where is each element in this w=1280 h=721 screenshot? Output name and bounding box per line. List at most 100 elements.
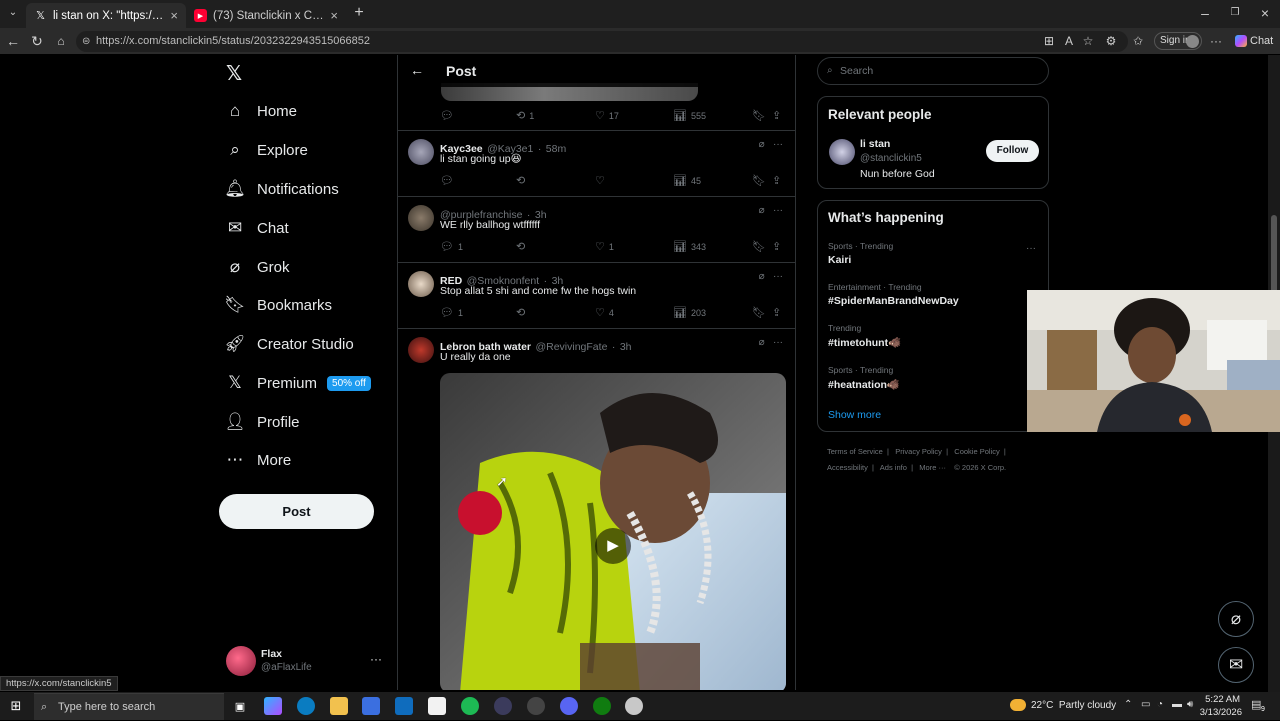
url-field[interactable]: ⊜ https://x.com/stanclickin5/status/2032… bbox=[76, 31, 1128, 52]
more-options-icon[interactable]: ··· bbox=[773, 271, 783, 282]
retweet-button[interactable]: ⟲ bbox=[516, 240, 529, 253]
footer-link[interactable]: Accessibility bbox=[827, 463, 868, 472]
file-explorer-icon[interactable] bbox=[330, 697, 348, 715]
xbox-icon[interactable] bbox=[593, 697, 611, 715]
microsoft-store-icon[interactable] bbox=[362, 697, 380, 715]
show-more-link[interactable]: Show more bbox=[828, 409, 881, 421]
app-icon[interactable] bbox=[527, 697, 545, 715]
new-tab-icon[interactable]: + bbox=[350, 4, 368, 22]
close-tab-icon[interactable]: × bbox=[170, 8, 178, 23]
share-button[interactable]: ⇪ bbox=[772, 240, 785, 253]
messages-float-button[interactable]: ✉ bbox=[1218, 647, 1254, 683]
trend-more-icon[interactable]: ··· bbox=[1026, 243, 1036, 254]
like-button[interactable]: ♡ 1 bbox=[595, 240, 614, 253]
network-icon[interactable]: ◔ bbox=[1157, 699, 1163, 710]
trend-name[interactable]: #SpiderManBrandNewDay bbox=[828, 295, 959, 307]
avatar[interactable] bbox=[408, 337, 434, 363]
nav-explore[interactable]: ⌕ Explore bbox=[226, 137, 308, 163]
video-player[interactable]: ▶ bbox=[440, 373, 786, 690]
retweet-button[interactable]: ⟲ bbox=[516, 174, 529, 187]
retweet-button[interactable]: ⟲ bbox=[516, 306, 529, 319]
avatar[interactable] bbox=[408, 139, 434, 165]
follow-button[interactable]: Follow bbox=[986, 140, 1039, 162]
grok-icon[interactable]: ⌀ bbox=[759, 205, 765, 216]
edge-browser-icon[interactable] bbox=[297, 697, 315, 715]
bookmark-button[interactable]: 🔖︎ bbox=[752, 109, 770, 122]
copilot-button[interactable]: Chat bbox=[1235, 32, 1273, 50]
nav-bookmarks[interactable]: 🔖︎ Bookmarks bbox=[224, 292, 332, 318]
reply-button[interactable]: 💬︎ 1 bbox=[440, 240, 463, 253]
reply-author-handle[interactable]: @RevivingFate bbox=[535, 341, 607, 353]
display-icon[interactable]: ▬ bbox=[1172, 699, 1182, 710]
favorites-icon[interactable]: ✩ bbox=[1130, 33, 1146, 49]
reply-time[interactable]: 58m bbox=[546, 143, 566, 155]
views-button[interactable]: 📊︎ 203 bbox=[673, 306, 706, 319]
footer-link[interactable]: Terms of Service bbox=[827, 447, 883, 456]
more-options-icon[interactable]: ··· bbox=[773, 205, 783, 216]
grok-float-button[interactable]: ⌀ bbox=[1218, 601, 1254, 637]
minimize-icon[interactable]: – bbox=[1196, 4, 1214, 22]
document-icon[interactable] bbox=[428, 697, 446, 715]
trend-name[interactable]: #heatnation🐗 bbox=[828, 378, 900, 391]
more-options-icon[interactable]: ··· bbox=[773, 337, 783, 348]
grok-icon[interactable]: ⌀ bbox=[759, 139, 765, 150]
read-aloud-icon[interactable]: A bbox=[1061, 33, 1077, 49]
footer-link[interactable]: More ··· bbox=[919, 463, 946, 472]
bookmark-button[interactable]: 🔖︎ bbox=[752, 174, 770, 187]
nav-home[interactable]: ⌂ Home bbox=[226, 98, 297, 124]
grok-icon[interactable]: ⌀ bbox=[759, 271, 765, 282]
reply-tweet[interactable]: Lebron bath water @RevivingFate · 3h ⌀ ·… bbox=[398, 329, 795, 690]
app-available-icon[interactable]: ⊞ bbox=[1041, 33, 1057, 49]
x-logo-icon[interactable]: 𝕏 bbox=[226, 61, 248, 85]
reply-time[interactable]: 3h bbox=[620, 341, 632, 353]
spotify-icon[interactable] bbox=[461, 697, 479, 715]
extensions-icon[interactable]: ⚙ bbox=[1103, 33, 1119, 49]
views-button[interactable]: 📊︎ 343 bbox=[673, 240, 706, 253]
notification-center-icon[interactable]: ▤ bbox=[1251, 698, 1261, 711]
windows-start-icon[interactable]: ⊞ bbox=[7, 697, 25, 715]
play-icon[interactable]: ▶ bbox=[595, 528, 631, 564]
reply-tweet[interactable]: @purplefranchise · 3h ⌀ ··· WE rlly ball… bbox=[398, 197, 795, 263]
search-input[interactable]: ⌕ Search bbox=[817, 57, 1049, 85]
person-handle[interactable]: @stanclickin5 bbox=[860, 153, 922, 164]
retweet-button[interactable]: ⟲ 1 bbox=[516, 109, 534, 122]
reply-button[interactable]: 💬︎ 1 bbox=[440, 306, 463, 319]
restore-icon[interactable]: ❐ bbox=[1226, 4, 1244, 22]
sign-in-button[interactable]: Sign in bbox=[1154, 32, 1202, 50]
person-name[interactable]: li stan bbox=[860, 138, 890, 150]
task-view-icon[interactable]: ▣ bbox=[231, 697, 249, 715]
browser-tab[interactable]: ▶ (73) Stanclickin x Cuhlout - Slime ( × bbox=[186, 3, 346, 28]
volume-icon[interactable]: 🔊︎ bbox=[1187, 699, 1193, 710]
tab-actions-chevron-icon[interactable]: ⌄ bbox=[4, 4, 22, 22]
settings-more-icon[interactable]: ··· bbox=[1208, 33, 1224, 49]
reply-tweet[interactable]: Kayc3ee @Kay3e1 · 58m ⌀ ··· li stan goin… bbox=[398, 131, 795, 197]
post-button[interactable]: Post bbox=[219, 494, 374, 529]
nav-more[interactable]: ⋯ More bbox=[226, 447, 292, 473]
media-player-icon[interactable] bbox=[494, 697, 512, 715]
clock-date[interactable]: 3/13/2026 bbox=[1198, 707, 1242, 718]
reply-button[interactable]: 💬︎ bbox=[440, 174, 458, 187]
mail-app-icon[interactable] bbox=[395, 697, 413, 715]
tray-icon[interactable]: ▭ bbox=[1141, 699, 1150, 710]
favorite-star-icon[interactable]: ☆ bbox=[1080, 33, 1096, 49]
nav-creator-studio[interactable]: 🚀︎ Creator Studio bbox=[224, 331, 354, 357]
nav-chat[interactable]: ✉ Chat bbox=[226, 215, 289, 241]
nav-premium[interactable]: 𝕏 Premium 50% off bbox=[226, 370, 371, 396]
reload-icon[interactable]: ↻ bbox=[28, 32, 46, 50]
browser-tab-active[interactable]: 𝕏 li stan on X: "https://t.co/y18dE59 × bbox=[26, 3, 186, 28]
grok-icon[interactable]: ⌀ bbox=[759, 337, 765, 348]
tray-chevron-icon[interactable]: ⌃ bbox=[1124, 699, 1132, 710]
bookmark-button[interactable]: 🔖︎ bbox=[752, 240, 770, 253]
taskbar-search[interactable]: ⌕ Type here to search bbox=[34, 693, 224, 720]
trend-name[interactable]: Kairi bbox=[828, 254, 851, 266]
nav-notifications[interactable]: 🔔︎ Notifications bbox=[224, 176, 339, 202]
views-button[interactable]: 📊︎ 555 bbox=[673, 109, 706, 122]
share-button[interactable]: ⇪ bbox=[772, 306, 785, 319]
more-options-icon[interactable]: ··· bbox=[773, 139, 783, 150]
trend-name[interactable]: #timetohunt🐗 bbox=[828, 336, 901, 349]
weather-icon[interactable] bbox=[1010, 699, 1026, 711]
copilot-app-icon[interactable] bbox=[264, 697, 282, 715]
reply-tweet[interactable]: RED @Smoknonfent · 3h ⌀ ··· Stop allat 5… bbox=[398, 263, 795, 329]
footer-link[interactable]: Privacy Policy bbox=[895, 447, 942, 456]
footer-link[interactable]: Ads info bbox=[880, 463, 907, 472]
